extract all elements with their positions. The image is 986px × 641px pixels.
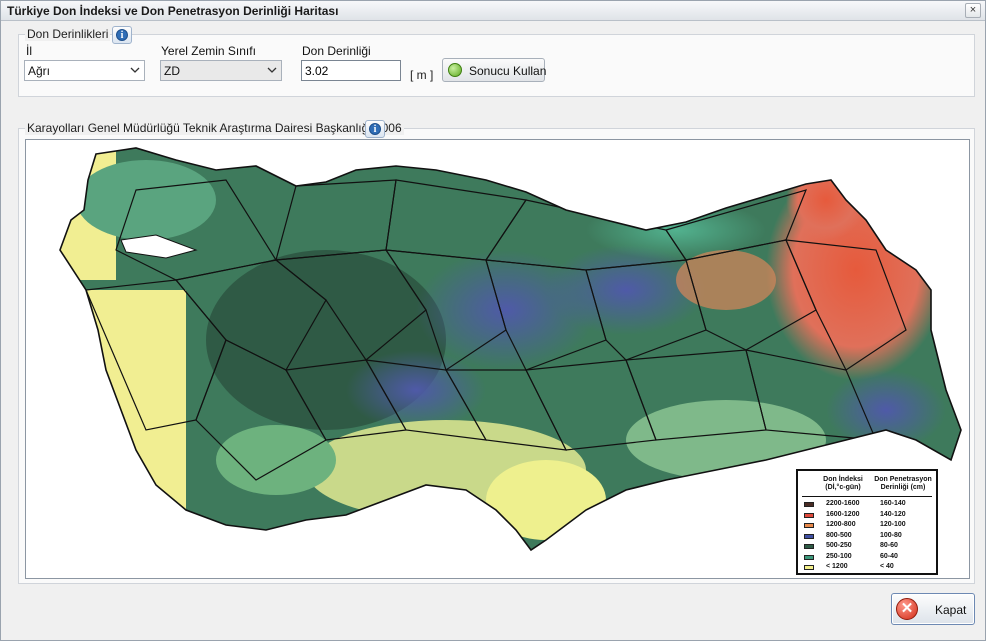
check-icon [448,63,462,77]
legend-header-index: Don İndeksi (Dİ,°c-gün) [823,476,863,491]
legend-depth-value: 160-140 [880,500,906,507]
legend-index-value: 2200-1600 [826,500,860,507]
legend-depth-value: 100-80 [880,531,902,539]
legend-index-value: 1600-1200 [826,510,860,518]
depth-group-title: Don Derinlikleri [25,27,111,41]
apply-result-label: Sonucu Kullan [469,64,547,78]
legend-swatch [804,544,814,549]
legend-row: 2200-1600 160-140 [804,500,934,510]
legend-index-value: 800-500 [826,531,852,539]
province-select-value: Ağrı [28,64,51,78]
legend-depth-value: 80-60 [880,542,898,549]
province-select[interactable]: Ağrı [24,60,145,81]
info-icon: i [369,123,381,135]
legend-index-value: 500-250 [826,542,852,549]
close-icon: ✕ [896,598,918,620]
chevron-down-icon [267,67,277,73]
legend-row: 250-100 60-40 [804,553,934,563]
soil-class-label: Yerel Zemin Sınıfı [161,44,256,58]
legend-row: 1200-800 120-100 [804,521,934,531]
chevron-down-icon [130,67,140,73]
soil-class-select[interactable]: ZD [160,60,282,81]
legend-row: 1600-1200 140-120 [804,511,934,521]
map-legend: Don İndeksi (Dİ,°c-gün) Don Penetrasyon … [796,469,938,575]
title-bar: Türkiye Don İndeksi ve Don Penetrasyon D… [1,1,985,21]
window-close-button[interactable]: × [965,3,981,18]
legend-depth-value: 140-120 [880,510,906,518]
map-info-button[interactable]: i [365,120,385,138]
close-button[interactable]: ✕ Kapat [891,593,975,625]
frost-depth-field[interactable] [301,60,401,81]
legend-row: 800-500 100-80 [804,532,934,542]
frost-depth-label: Don Derinliği [302,44,371,58]
apply-result-button[interactable]: Sonucu Kullan [442,58,547,82]
soil-class-select-value: ZD [164,64,180,78]
depth-info-button[interactable]: i [112,26,132,44]
legend-header-depth: Don Penetrasyon Derinliği (cm) [874,476,932,491]
main-window: Türkiye Don İndeksi ve Don Penetrasyon D… [0,0,986,641]
legend-divider [802,496,932,497]
legend-index-value: 250-100 [826,552,852,560]
frost-depth-unit: [ m ] [410,68,434,82]
legend-depth-value: < 40 [880,563,894,570]
legend-swatch [804,554,814,560]
map-group-title: Karayolları Genel Müdürlüğü Teknik Araşt… [25,121,404,135]
frost-map: Don İndeksi (Dİ,°c-gün) Don Penetrasyon … [25,139,970,579]
legend-row: < 1200 < 40 [804,563,934,573]
legend-swatch [804,533,814,539]
legend-swatch [804,523,814,528]
legend-index-value: < 1200 [826,563,848,570]
close-button-label: Kapat [935,603,967,617]
legend-depth-value: 60-40 [880,552,898,560]
legend-swatch [804,512,814,518]
province-label: İl [26,44,32,58]
legend-row: 500-250 80-60 [804,542,934,552]
info-icon: i [116,29,128,41]
legend-swatch [804,502,814,507]
legend-depth-value: 120-100 [880,521,906,528]
legend-swatch [804,565,814,570]
window-title: Türkiye Don İndeksi ve Don Penetrasyon D… [7,4,339,18]
legend-index-value: 1200-800 [826,521,856,528]
